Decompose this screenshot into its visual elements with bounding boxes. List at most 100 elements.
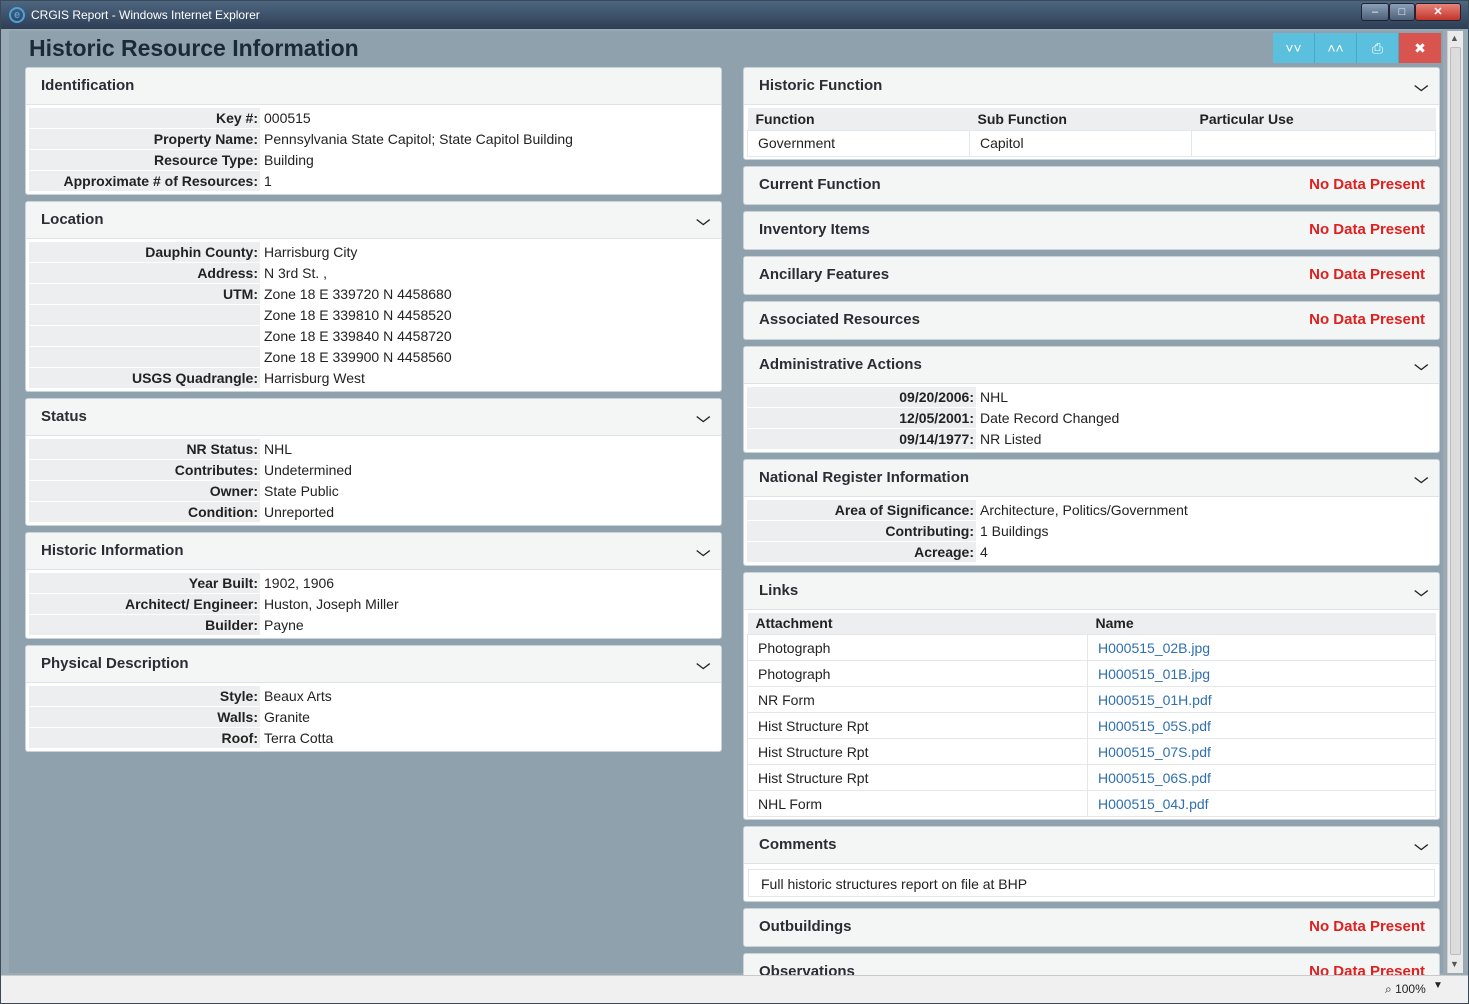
scroll-down-icon[interactable]: ▼ — [1450, 959, 1459, 969]
panel-title: Location — [41, 211, 104, 228]
field-label: Builder: — [29, 615, 260, 636]
chevron-down-icon[interactable]: ⌵ — [697, 399, 711, 435]
chevron-down-icon[interactable]: ⌵ — [1415, 573, 1429, 609]
current-function-panel: Current Function No Data Present — [743, 165, 1440, 205]
field-value: N 3rd St. , — [264, 265, 328, 281]
field-row: Resource Type: Building — [29, 150, 718, 171]
field-label: Year Built: — [29, 573, 260, 594]
panel-header[interactable]: Location ⌵ — [26, 202, 721, 239]
column-header: Sub Function — [969, 108, 1192, 130]
panel-body: Key #: 000515 Property Name: Pennsylvania S… — [26, 105, 721, 194]
panel-title: Links — [759, 581, 799, 599]
field-label: Property Name: — [29, 129, 260, 150]
identification-panel: Identification Key #: 000515 Property Name… — [25, 67, 722, 195]
field-value: NHL — [264, 441, 293, 457]
field-label — [29, 305, 260, 326]
no-data-label: No Data Present — [1309, 265, 1425, 283]
close-report-button[interactable]: ✖ — [1399, 33, 1441, 63]
scroll-up-icon[interactable]: ▲ — [1450, 33, 1459, 43]
chevron-down-icon[interactable]: ⌵ — [1415, 347, 1429, 383]
panel-header[interactable]: Historic Information ⌵ — [26, 533, 721, 570]
scrollbar-thumb[interactable] — [1450, 47, 1461, 955]
minimize-button[interactable]: – — [1361, 3, 1389, 21]
status-panel: Status ⌵ NR Status: NHL Contributes: Undeter… — [25, 398, 722, 526]
attachment-link[interactable]: H000515_06S.pdf — [1098, 770, 1211, 786]
panel-title: Physical Description — [41, 655, 189, 672]
field-row: Property Name: Pennsylvania State Capitol… — [29, 129, 718, 150]
associated-resources-panel: Associated Resources No Data Present — [743, 300, 1440, 340]
zoom-dropdown-icon[interactable]: ▼ — [1433, 980, 1443, 991]
field-row: Zone 18 E 339810 N 4458520 — [29, 305, 718, 326]
chevron-down-icon[interactable]: ⌵ — [697, 646, 711, 682]
double-chevron-down-icon: ˅˅ — [1285, 40, 1302, 56]
no-data-label: No Data Present — [1309, 220, 1425, 238]
zoom-level[interactable]: ⌕ 100% — [1385, 982, 1426, 997]
field-value: Architecture, Politics/Government — [980, 501, 1188, 518]
attachment-link[interactable]: H000515_02B.jpg — [1098, 640, 1210, 656]
attachment-type: Photograph — [747, 634, 1088, 661]
print-button[interactable]: ⎙ — [1357, 33, 1399, 63]
field-value: Beaux Arts — [264, 688, 332, 704]
expand-all-button[interactable]: ˅˅ — [1273, 33, 1315, 63]
attachment-link[interactable]: H000515_04J.pdf — [1098, 796, 1209, 812]
field-row: Key #: 000515 — [29, 108, 718, 129]
field-value: Payne — [264, 617, 304, 633]
maximize-button[interactable]: □ — [1389, 3, 1415, 21]
panel-title: Outbuildings — [759, 918, 852, 935]
window-title: CRGIS Report - Windows Internet Explorer — [31, 8, 260, 22]
field-label: 09/20/2006: — [747, 386, 976, 408]
field-value: 1 Buildings — [980, 522, 1049, 539]
collapse-all-button[interactable]: ˄˄ — [1315, 33, 1357, 63]
field-label — [29, 326, 260, 347]
panel-title: Comments — [759, 836, 837, 853]
field-row: Address: N 3rd St. , — [29, 263, 718, 284]
field-value: Granite — [264, 709, 310, 725]
chevron-down-icon[interactable]: ⌵ — [697, 533, 711, 569]
panel-header[interactable]: Links ⌵ — [744, 572, 1439, 610]
field-label: Architect/ Engineer: — [29, 594, 260, 615]
field-row: Zone 18 E 339840 N 4458720 — [29, 326, 718, 347]
field-row: Area of Significance: Architecture, Polit… — [747, 499, 1436, 521]
chevron-down-icon[interactable]: ⌵ — [697, 202, 711, 238]
chevron-down-icon[interactable]: ⌵ — [1415, 68, 1429, 104]
field-value: Date Record Changed — [980, 409, 1120, 426]
field-value: Undetermined — [264, 462, 352, 478]
panel-header[interactable]: Status ⌵ — [26, 399, 721, 436]
field-row: Owner: State Public — [29, 481, 718, 502]
panel-title: Administrative Actions — [759, 355, 922, 373]
panel-body: Attachment Name Photograph H000515_02B.jp… — [744, 610, 1439, 820]
panel-header[interactable]: Administrative Actions ⌵ — [744, 346, 1439, 384]
panel-title: Status — [41, 408, 87, 425]
panel-header[interactable]: National Register Information ⌵ — [744, 459, 1439, 497]
chevron-down-icon[interactable]: ⌵ — [1415, 827, 1429, 863]
column-header: Name — [1087, 612, 1436, 635]
table-row: Hist Structure Rpt H000515_05S.pdf — [747, 712, 1436, 739]
administrative-actions-panel: Administrative Actions ⌵ 09/20/2006: NHL 12… — [743, 345, 1440, 453]
field-value: Harrisburg West — [264, 370, 365, 386]
attachment-link[interactable]: H000515_07S.pdf — [1098, 744, 1211, 760]
panel-title: Current Function — [759, 175, 881, 193]
panel-body: NR Status: NHL Contributes: Undetermined Own… — [26, 436, 721, 525]
field-row: Condition: Unreported — [29, 502, 718, 523]
attachment-link[interactable]: H000515_01H.pdf — [1098, 692, 1212, 708]
ancillary-features-panel: Ancillary Features No Data Present — [743, 255, 1440, 295]
close-window-button[interactable]: ✕ — [1415, 3, 1461, 21]
field-label: Resource Type: — [29, 150, 260, 171]
field-label: Contributes: — [29, 460, 260, 481]
no-data-label: No Data Present — [1309, 175, 1425, 193]
attachment-link[interactable]: H000515_01B.jpg — [1098, 666, 1210, 682]
report-content: Historic Resource Information ˅˅ ˄˄ ⎙ ✖ … — [9, 31, 1443, 992]
panel-body: Dauphin County: Harrisburg City Address: N … — [26, 239, 721, 391]
panel-header[interactable]: Historic Function ⌵ — [744, 68, 1439, 105]
magnifier-icon: ⌕ — [1385, 982, 1392, 996]
panel-header[interactable]: Comments ⌵ — [744, 827, 1439, 864]
close-icon: ✖ — [1414, 40, 1426, 56]
field-row: Year Built: 1902, 1906 — [29, 573, 718, 594]
chevron-down-icon[interactable]: ⌵ — [1415, 460, 1429, 496]
panel-header[interactable]: Physical Description ⌵ — [26, 646, 721, 683]
panel-header[interactable]: Identification — [26, 68, 721, 105]
field-value: 1 — [264, 173, 272, 189]
attachment-type: Hist Structure Rpt — [747, 738, 1088, 765]
vertical-scrollbar[interactable]: ▲ ▼ — [1447, 31, 1463, 973]
attachment-link[interactable]: H000515_05S.pdf — [1098, 718, 1211, 734]
